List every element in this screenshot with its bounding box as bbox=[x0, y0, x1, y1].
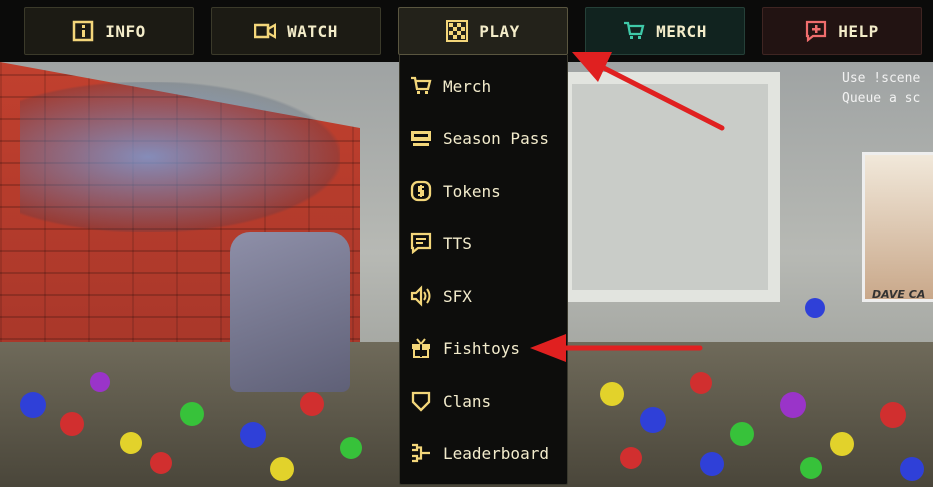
ball bbox=[880, 402, 906, 428]
menu-item-label: Merch bbox=[443, 76, 492, 96]
ball bbox=[340, 437, 362, 459]
ball bbox=[180, 402, 204, 426]
play-label: PLAY bbox=[479, 21, 520, 41]
merch-label: MERCH bbox=[656, 21, 707, 41]
help-button[interactable]: HELP bbox=[762, 7, 922, 55]
play-button[interactable]: PLAY bbox=[398, 7, 568, 55]
poster-caption: DAVE CA bbox=[872, 288, 926, 301]
ball bbox=[600, 382, 624, 406]
menu-item-label: Clans bbox=[443, 391, 492, 411]
ball bbox=[830, 432, 854, 456]
shield-icon bbox=[411, 391, 431, 412]
graffiti-art bbox=[20, 82, 340, 232]
ball bbox=[800, 457, 822, 479]
ball bbox=[730, 422, 754, 446]
ball bbox=[120, 432, 142, 454]
menu-item-leaderboard[interactable]: Leaderboard bbox=[400, 427, 569, 479]
ball bbox=[900, 457, 924, 481]
ball bbox=[780, 392, 806, 418]
gift-icon bbox=[412, 338, 430, 358]
watch-label: WATCH bbox=[287, 21, 338, 41]
chat-icon bbox=[410, 232, 432, 254]
menu-item-label: SFX bbox=[443, 286, 472, 306]
top-nav-bar: INFO WATCH PLAY MERCH HELP bbox=[0, 0, 933, 62]
ball bbox=[270, 457, 294, 481]
scene-window bbox=[560, 72, 780, 302]
ball bbox=[300, 392, 324, 416]
cart-icon bbox=[624, 21, 645, 39]
menu-item-label: TTS bbox=[443, 233, 472, 253]
ball bbox=[690, 372, 712, 394]
merch-button[interactable]: MERCH bbox=[585, 7, 745, 55]
bracket-icon bbox=[412, 443, 430, 463]
info-label: INFO bbox=[105, 21, 146, 41]
ball bbox=[240, 422, 266, 448]
menu-item-clans[interactable]: Clans bbox=[400, 375, 569, 427]
menu-item-tts[interactable]: TTS bbox=[400, 217, 569, 269]
help-label: HELP bbox=[838, 21, 879, 41]
scene-hint-text: Use !scene Queue a sc bbox=[842, 71, 921, 106]
coin-icon bbox=[410, 180, 432, 202]
play-dropdown-menu: Merch Season Pass Tokens TTS SFX Fishtoy… bbox=[399, 55, 568, 485]
menu-item-sfx[interactable]: SFX bbox=[400, 270, 569, 322]
speaker-icon bbox=[410, 285, 431, 307]
info-button[interactable]: INFO bbox=[24, 7, 194, 55]
camera-icon bbox=[254, 23, 277, 39]
info-icon bbox=[72, 20, 94, 42]
menu-item-fishtoys[interactable]: Fishtoys bbox=[400, 322, 569, 374]
ball bbox=[700, 452, 724, 476]
menu-item-season-pass[interactable]: Season Pass bbox=[400, 112, 569, 164]
help-chat-plus-icon bbox=[806, 20, 827, 42]
scene-poster bbox=[862, 152, 933, 302]
menu-item-label: Fishtoys bbox=[443, 338, 521, 358]
armchair bbox=[230, 232, 350, 392]
ticket-icon bbox=[411, 131, 431, 146]
menu-item-label: Leaderboard bbox=[443, 443, 549, 463]
ball bbox=[150, 452, 172, 474]
ball bbox=[20, 392, 46, 418]
checkered-flag-icon bbox=[446, 20, 469, 42]
cart-icon bbox=[411, 76, 432, 94]
watch-button[interactable]: WATCH bbox=[211, 7, 381, 55]
menu-item-tokens[interactable]: Tokens bbox=[400, 165, 569, 217]
ball bbox=[620, 447, 642, 469]
ball bbox=[640, 407, 666, 433]
menu-item-label: Season Pass bbox=[443, 128, 549, 148]
ball bbox=[805, 298, 825, 318]
menu-item-merch[interactable]: Merch bbox=[400, 60, 569, 112]
ball bbox=[60, 412, 84, 436]
ball bbox=[90, 372, 110, 392]
menu-item-label: Tokens bbox=[443, 181, 501, 201]
